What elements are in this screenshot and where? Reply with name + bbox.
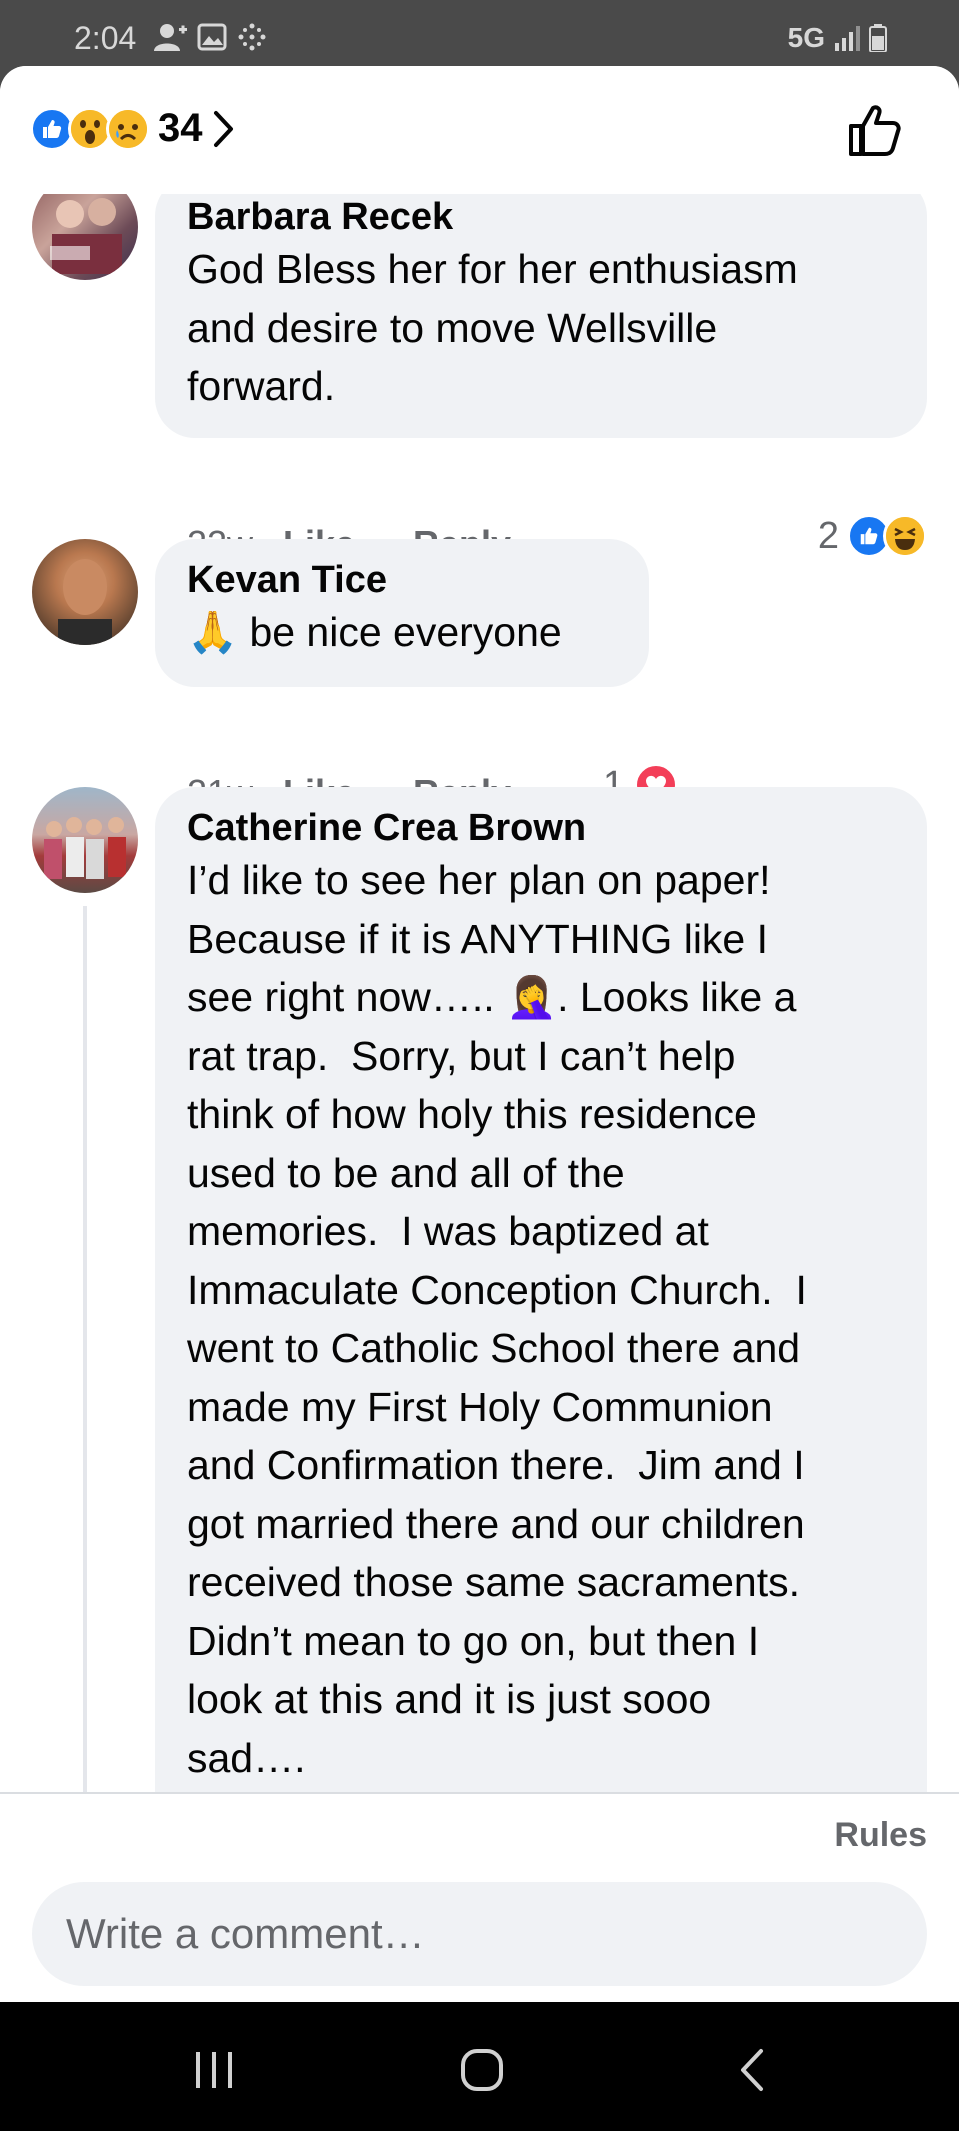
thumbs-up-outline-icon[interactable] xyxy=(847,102,903,158)
signal-icon xyxy=(835,26,860,51)
dots-grid-icon xyxy=(238,23,266,51)
status-bar: 2:04 5G xyxy=(0,0,959,66)
avatar[interactable] xyxy=(32,787,138,893)
comment-reaction-count: 2 xyxy=(817,514,839,557)
comment-bubble: Kevan Tice 🙏 be nice everyone xyxy=(155,539,649,687)
back-icon xyxy=(741,2049,763,2091)
comment-text: God Bless her for her enthusiasm and des… xyxy=(187,246,798,409)
home-button[interactable] xyxy=(452,2042,512,2098)
sheet-header: 34 xyxy=(0,66,959,194)
comment-text: 🙏 be nice everyone xyxy=(187,609,562,655)
profile-photo-icon xyxy=(58,559,112,645)
network-label: 5G xyxy=(787,22,825,53)
status-notification-icons xyxy=(153,22,267,52)
battery-icon xyxy=(869,24,887,52)
sad-emoji-icon xyxy=(106,106,150,151)
profile-photo-icon xyxy=(50,198,122,274)
back-button[interactable] xyxy=(722,2042,782,2098)
profile-photo-icon xyxy=(44,817,126,879)
status-right: 5G xyxy=(788,22,887,54)
avatar[interactable] xyxy=(32,194,138,280)
comment-bubble: Barbara Recek God Bless her for her enth… xyxy=(155,194,927,438)
status-time: 2:04 xyxy=(74,20,137,56)
image-icon xyxy=(197,23,227,51)
home-icon xyxy=(461,2049,503,2091)
comment-author[interactable]: Kevan Tice xyxy=(187,557,617,603)
comment-author[interactable]: Catherine Crea Brown xyxy=(187,805,895,851)
recent-apps-button[interactable] xyxy=(184,2042,244,2098)
reactions-summary[interactable]: 34 xyxy=(30,106,235,151)
reply-thread-line xyxy=(83,906,87,1792)
reaction-count: 34 xyxy=(158,106,203,150)
system-nav-bar xyxy=(0,2002,959,2131)
composer-divider xyxy=(0,1792,959,1794)
comment-text: I’d like to see her plan on paper! Becau… xyxy=(187,857,807,1781)
haha-emoji-icon xyxy=(883,514,927,558)
comments-list: Barbara Recek God Bless her for her enth… xyxy=(0,194,959,1792)
comments-sheet: 34 Barbara Recek God Bless her for her e… xyxy=(0,66,959,2002)
person-add-icon xyxy=(154,24,187,51)
rules-link[interactable]: Rules xyxy=(834,1816,927,1855)
comment-bubble: Catherine Crea Brown I’d like to see her… xyxy=(155,787,927,1792)
comment-input[interactable] xyxy=(32,1882,927,1986)
recent-apps-icon xyxy=(196,2052,232,2088)
comment-author[interactable]: Barbara Recek xyxy=(187,194,895,240)
chevron-right-icon xyxy=(213,110,233,147)
avatar[interactable] xyxy=(32,539,138,645)
comment-reactions[interactable]: 2 xyxy=(818,514,927,558)
